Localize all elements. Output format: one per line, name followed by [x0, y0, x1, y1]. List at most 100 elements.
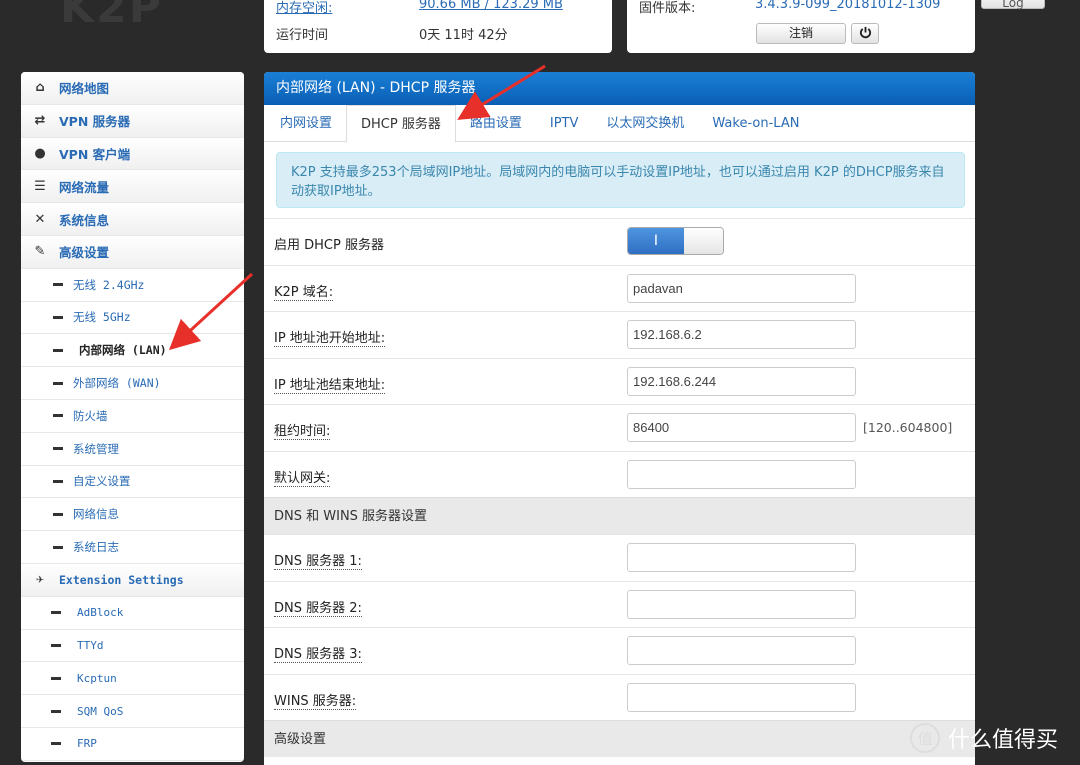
pool-start-row: IP 地址池开始地址: — [264, 311, 975, 358]
sidebar-item-custom[interactable]: 自定义设置 — [21, 466, 244, 499]
dhcp-enable-toggle[interactable]: I — [627, 227, 724, 255]
sidebar-item-vpn-client[interactable]: ● VPN 客户端 — [21, 137, 244, 171]
dns3-row: DNS 服务器 3: — [264, 627, 975, 674]
watermark-text: 什么值得买 — [948, 728, 1059, 753]
logout-button[interactable]: 注销 — [756, 23, 846, 44]
airplane-icon: ✈ — [36, 572, 44, 588]
gateway-label: 默认网关: — [274, 467, 331, 487]
dhcp-enable-row: 启用 DHCP 服务器 I — [264, 218, 975, 265]
vpn-server-icon: ⇄ — [34, 113, 46, 129]
sidebar-item-wireless-5[interactable]: 无线 5GHz — [21, 302, 244, 335]
dns3-input[interactable] — [627, 636, 856, 665]
dash-icon — [53, 315, 63, 319]
dns1-label: DNS 服务器 1: — [274, 550, 362, 570]
sidebar-item-label: 高级设置 — [59, 245, 110, 261]
lease-hint: [120..604800] — [863, 420, 953, 435]
memory-value[interactable]: 90.66 MB / 123.29 MB — [419, 0, 563, 12]
sidebar-item-advanced[interactable]: ✎ 高级设置 — [21, 235, 244, 269]
dns1-row: DNS 服务器 1: — [264, 534, 975, 581]
sidebar-item-label: 无线 2.4GHz — [73, 277, 145, 292]
sidebar-item-label: VPN 客户端 — [59, 146, 131, 162]
gateway-row: 默认网关: — [264, 450, 975, 498]
dash-icon — [51, 643, 61, 647]
dash-icon — [51, 611, 61, 615]
log-button[interactable]: Log — [981, 0, 1045, 10]
pool-end-input[interactable] — [627, 366, 856, 396]
shuffle-icon: ✕ — [34, 211, 46, 227]
sidebar-item-label: VPN 服务器 — [59, 114, 131, 130]
tab-route-settings[interactable]: 路由设置 — [456, 105, 536, 141]
dns1-input[interactable] — [627, 543, 856, 572]
uptime-label: 运行时间 — [276, 28, 329, 43]
sidebar-item-vpn-server[interactable]: ⇄ VPN 服务器 — [21, 104, 244, 138]
sidebar-item-traffic[interactable]: ☰ 网络流量 — [21, 170, 244, 204]
sidebar-item-label: 内部网络 (LAN) — [79, 343, 167, 358]
sidebar-item-wan[interactable]: 外部网络 (WAN) — [21, 367, 244, 400]
dash-icon — [53, 381, 63, 385]
sidebar-item-extension-settings[interactable]: ✈ Extension Settings — [21, 563, 244, 597]
toggle-off-part — [684, 228, 723, 254]
tab-dhcp-server[interactable]: DHCP 服务器 — [346, 105, 456, 143]
reboot-button[interactable] — [851, 23, 879, 44]
sidebar-item-label: 网络流量 — [59, 179, 110, 195]
wins-label: WINS 服务器: — [274, 690, 357, 710]
sidebar-item-admin[interactable]: 系统管理 — [21, 433, 244, 466]
sidebar-item-system-info[interactable]: ✕ 系统信息 — [21, 203, 244, 236]
globe-icon: ● — [34, 145, 46, 161]
sidebar-item-label: Extension Settings — [59, 572, 184, 587]
domain-row: K2P 域名: — [264, 264, 975, 312]
dns3-label: DNS 服务器 3: — [274, 643, 362, 663]
tab-wake-on-lan[interactable]: Wake-on-LAN — [698, 105, 813, 141]
sidebar-item-adblock[interactable]: AdBlock — [21, 597, 244, 630]
firmware-value[interactable]: 3.4.3.9-099_20181012-1309 — [755, 0, 940, 12]
dash-icon — [53, 479, 63, 483]
tab-lan-settings[interactable]: 内网设置 — [266, 105, 346, 141]
advanced-section-header: 高级设置 — [264, 720, 975, 757]
sidebar-item-firewall[interactable]: 防火墙 — [21, 400, 244, 433]
sidebar-item-net-info[interactable]: 网络信息 — [21, 498, 244, 532]
sidebar-item-label: 系统日志 — [73, 540, 119, 555]
dash-icon — [51, 709, 61, 713]
wins-input[interactable] — [627, 682, 856, 712]
brand-logo: K2P — [60, 0, 163, 33]
sidebar-item-label: 自定义设置 — [73, 474, 131, 489]
sidebar-item-frp[interactable]: FRP — [21, 728, 244, 761]
tab-iptv[interactable]: IPTV — [536, 105, 593, 141]
page-title: 内部网络 (LAN) - DHCP 服务器 — [264, 72, 975, 105]
sidebar-item-ttyd[interactable]: TTYd — [21, 630, 244, 663]
status-panel-system: 内存空闲: 90.66 MB / 123.29 MB 运行时间 0天 11时 4… — [264, 0, 612, 53]
dns2-input[interactable] — [627, 589, 856, 619]
wrench-icon: ✎ — [34, 244, 46, 260]
lease-input[interactable] — [627, 413, 856, 442]
sidebar-item-sqm-qos[interactable]: SQM QoS — [21, 695, 244, 728]
sidebar-item-label: Kcptun — [77, 671, 117, 685]
sidebar-item-wireless-24[interactable]: 无线 2.4GHz — [21, 269, 244, 302]
home-icon: ⌂ — [35, 80, 45, 96]
dash-icon — [51, 676, 61, 680]
sidebar-item-network-map[interactable]: ⌂ 网络地图 — [21, 72, 244, 105]
pool-end-label: IP 地址池结束地址: — [274, 374, 386, 394]
dash-icon — [51, 742, 61, 746]
sidebar-item-label: 外部网络 (WAN) — [73, 376, 161, 391]
sidebar-item-label: AdBlock — [77, 606, 124, 620]
sidebar-item-label: 系统管理 — [73, 441, 119, 456]
sidebar-item-label: FRP — [77, 737, 97, 751]
sidebar-item-label: 防火墙 — [73, 408, 108, 423]
pool-start-label: IP 地址池开始地址: — [274, 327, 386, 347]
main-panel: 内部网络 (LAN) - DHCP 服务器 内网设置 DHCP 服务器 路由设置… — [264, 72, 975, 765]
pool-start-input[interactable] — [627, 320, 856, 349]
tab-ethernet-switch[interactable]: 以太网交换机 — [592, 105, 698, 141]
lease-row: 租约时间: [120..604800] — [264, 404, 975, 451]
sidebar-item-label: 网络信息 — [73, 507, 119, 522]
dash-icon — [53, 447, 63, 451]
dns2-label: DNS 服务器 2: — [274, 597, 362, 617]
dash-icon — [53, 283, 63, 287]
toggle-on-part: I — [628, 228, 684, 254]
sidebar-item-lan[interactable]: 内部网络 (LAN) — [21, 334, 244, 368]
sidebar-item-syslog[interactable]: 系统日志 — [21, 531, 244, 564]
pool-end-row: IP 地址池结束地址: — [264, 357, 975, 405]
domain-input[interactable] — [627, 273, 856, 303]
memory-label[interactable]: 内存空闲: — [276, 0, 332, 16]
sidebar-item-kcptun[interactable]: Kcptun — [21, 662, 244, 696]
gateway-input[interactable] — [627, 459, 856, 489]
